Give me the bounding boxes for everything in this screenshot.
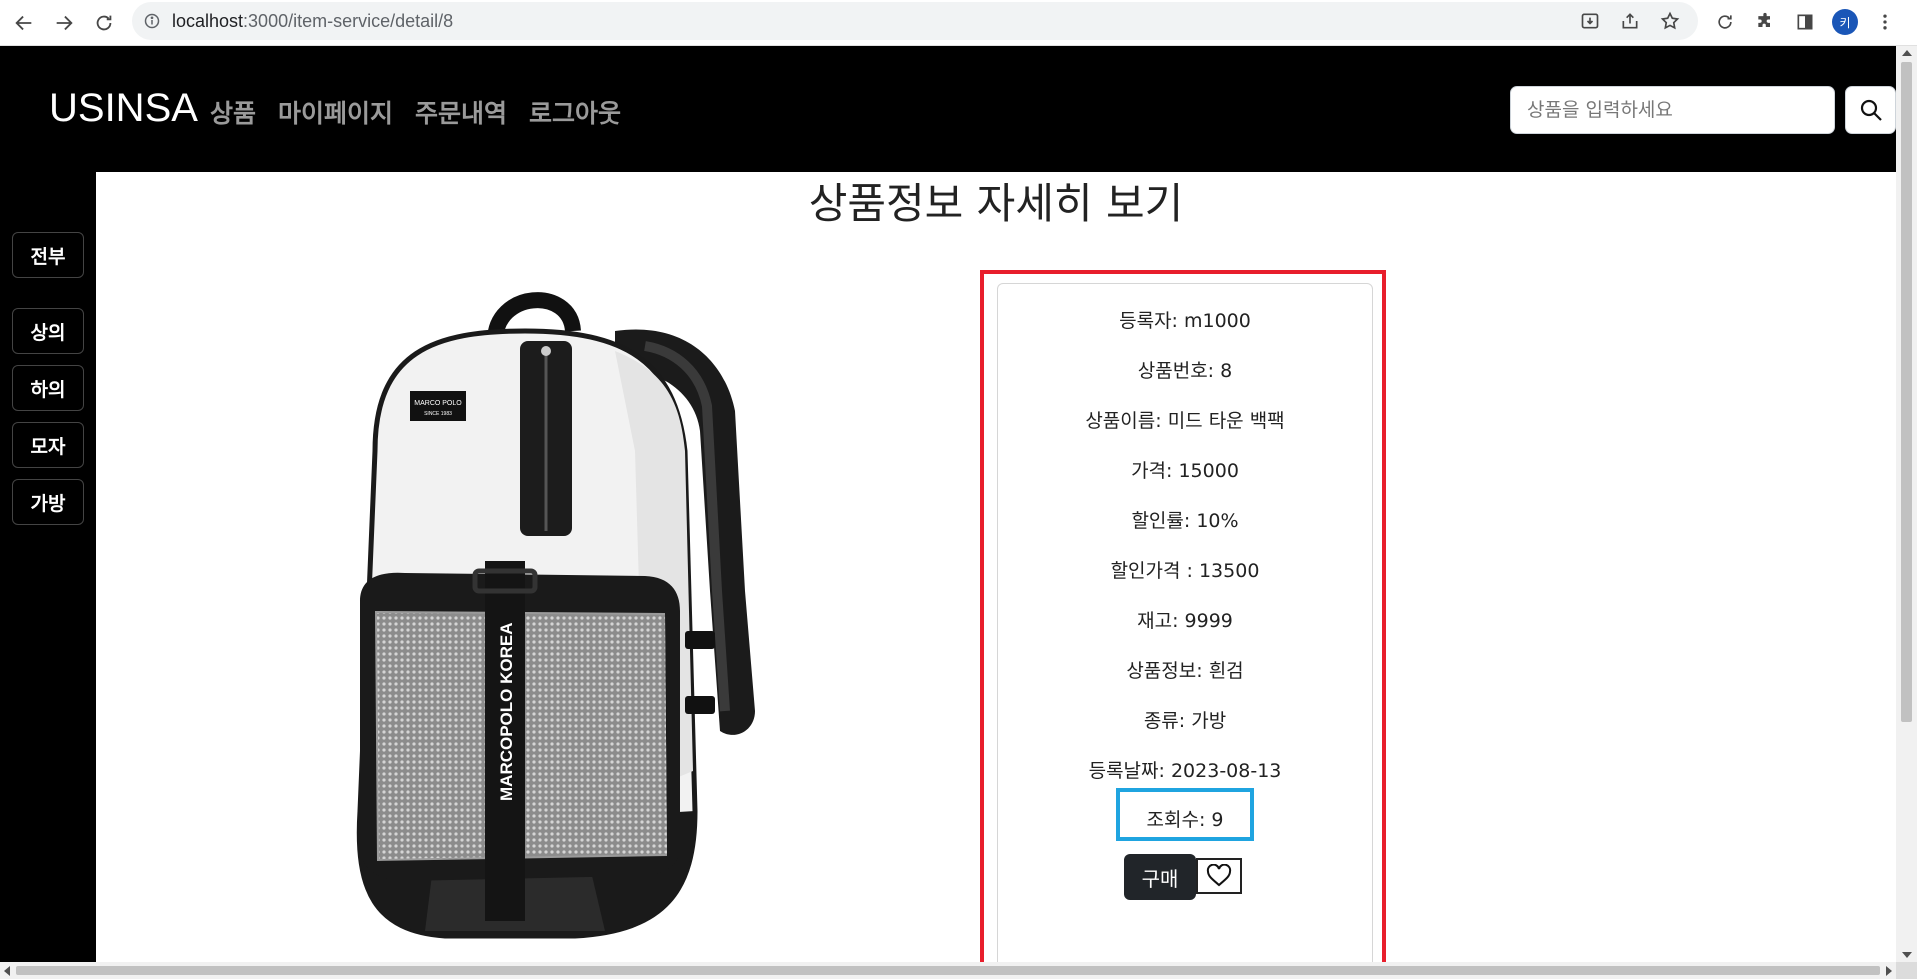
address-bar[interactable]: localhost:3000/item-service/detail/8 <box>132 2 1698 40</box>
vertical-scrollbar[interactable] <box>1896 46 1917 962</box>
horizontal-scroll-thumb[interactable] <box>16 966 1880 975</box>
profile-avatar[interactable]: 키 <box>1826 3 1864 41</box>
info-value: 흰검 <box>1208 660 1244 682</box>
install-icon[interactable] <box>1572 3 1608 39</box>
category-tops-button[interactable]: 상의 <box>12 308 84 354</box>
strap-brand-text: MARCOPOLO KOREA <box>497 623 516 802</box>
heart-icon <box>1206 864 1232 887</box>
url-path: :3000/item-service/detail/8 <box>243 10 454 31</box>
info-label: 등록날짜: <box>1088 760 1171 782</box>
info-row-discount-rate: 할인률: 10% <box>997 506 1373 533</box>
info-value: 8 <box>1220 360 1233 382</box>
info-label: 상품이름: <box>1085 410 1168 432</box>
patch-brand-text: MARCO POLO <box>414 400 462 407</box>
info-value: 2023-08-13 <box>1170 760 1282 782</box>
info-label: 상품번호: <box>1137 360 1221 382</box>
info-value: 9999 <box>1184 610 1233 632</box>
info-value: 13500 <box>1198 560 1260 582</box>
info-row-category: 종류: 가방 <box>997 706 1373 733</box>
brand-logo[interactable]: USINSA <box>49 86 198 131</box>
reload-icon[interactable] <box>84 3 124 43</box>
category-hats-button[interactable]: 모자 <box>12 422 84 468</box>
info-label: 등록자: <box>1119 310 1184 332</box>
info-value: 미드 타운 백팩 <box>1167 410 1285 432</box>
vertical-scroll-thumb[interactable] <box>1901 62 1912 722</box>
like-button[interactable] <box>1196 858 1242 894</box>
info-label: 종류: <box>1143 710 1192 732</box>
horizontal-scrollbar[interactable] <box>0 962 1896 979</box>
info-value: 10% <box>1196 510 1239 532</box>
extension-refresh-icon[interactable] <box>1706 3 1744 41</box>
page-viewport: USINSA 상품 마이페이지 주문내역 로그아웃 전부 상의 하의 모자 가방… <box>0 46 1896 962</box>
url-host: localhost <box>172 10 244 31</box>
buy-button[interactable]: 구매 <box>1124 854 1196 900</box>
info-row-stock: 재고: 9999 <box>997 606 1373 633</box>
info-value: m1000 <box>1184 310 1251 332</box>
info-row-registrant: 등록자: m1000 <box>997 306 1373 333</box>
info-row-product-name: 상품이름: 미드 타운 백팩 <box>997 406 1373 433</box>
scroll-right-icon[interactable] <box>1886 966 1892 976</box>
info-label: 가격: <box>1131 460 1179 482</box>
highlight-frame-blue <box>1116 788 1254 841</box>
product-image: MARCO POLO SINCE 1983 MARCOPOLO KOREA <box>356 292 755 939</box>
back-icon[interactable] <box>4 3 44 43</box>
info-row-registered-date: 등록날짜: 2023-08-13 <box>997 756 1373 783</box>
scroll-left-icon[interactable] <box>4 966 10 976</box>
scroll-up-icon[interactable] <box>1902 50 1912 56</box>
scrollbar-corner <box>1896 962 1917 979</box>
menu-products[interactable]: 상품 <box>210 94 256 130</box>
info-value: 가방 <box>1191 710 1227 732</box>
menu-logout[interactable]: 로그아웃 <box>529 94 621 130</box>
info-row-price: 가격: 15000 <box>997 456 1373 483</box>
info-label: 할인률: <box>1131 510 1197 532</box>
menu-mypage[interactable]: 마이페이지 <box>278 94 393 130</box>
search-button[interactable] <box>1845 86 1896 134</box>
profile-initial: 키 <box>1832 9 1858 35</box>
search-icon <box>1860 99 1882 121</box>
info-row-product-number: 상품번호: 8 <box>997 356 1373 383</box>
category-bottoms-button[interactable]: 하의 <box>12 365 84 411</box>
scroll-down-icon[interactable] <box>1902 952 1912 958</box>
category-bags-button[interactable]: 가방 <box>12 479 84 525</box>
browser-toolbar: localhost:3000/item-service/detail/8 키 <box>0 0 1917 46</box>
forward-icon[interactable] <box>44 3 84 43</box>
category-sidebar: 전부 상의 하의 모자 가방 <box>0 172 96 962</box>
main-menu: 상품 마이페이지 주문내역 로그아웃 <box>210 94 621 130</box>
url-text: localhost:3000/item-service/detail/8 <box>172 11 453 32</box>
star-icon[interactable] <box>1652 3 1688 39</box>
more-icon[interactable] <box>1866 3 1904 41</box>
site-header: USINSA 상품 마이페이지 주문내역 로그아웃 <box>0 46 1896 172</box>
info-row-description: 상품정보: 흰검 <box>997 656 1373 683</box>
menu-orders[interactable]: 주문내역 <box>415 94 507 130</box>
info-label: 상품정보: <box>1126 660 1209 682</box>
info-label: 재고: <box>1137 610 1185 632</box>
search-input[interactable] <box>1510 86 1835 134</box>
page-title: 상품정보 자세히 보기 <box>808 179 1184 228</box>
patch-since-text: SINCE 1983 <box>424 411 452 417</box>
side-panel-icon[interactable] <box>1786 3 1824 41</box>
share-icon[interactable] <box>1612 3 1648 39</box>
info-label: 할인가격 : <box>1110 560 1199 582</box>
puzzle-icon[interactable] <box>1746 3 1784 41</box>
category-all-button[interactable]: 전부 <box>12 232 84 278</box>
info-value: 15000 <box>1178 460 1239 482</box>
info-icon[interactable] <box>132 13 172 29</box>
info-row-discount-price: 할인가격 : 13500 <box>997 556 1373 583</box>
